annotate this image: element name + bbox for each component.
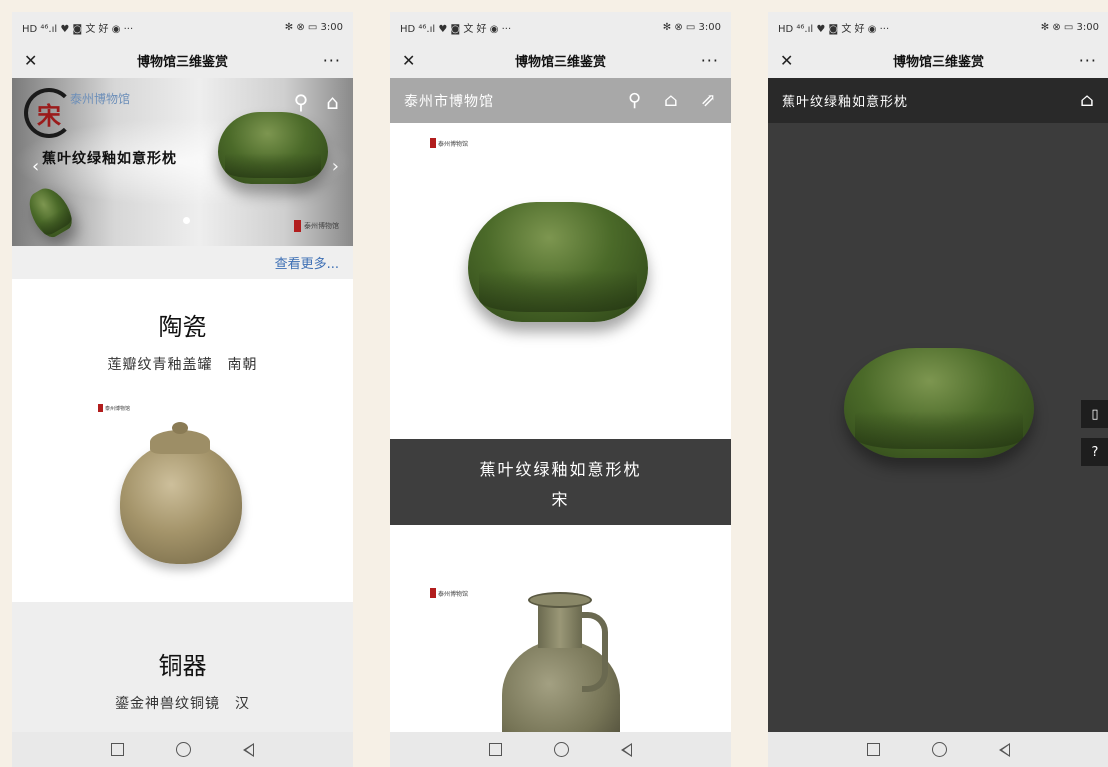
home-icon[interactable]: ⌂ — [1080, 90, 1095, 111]
home-button-icon[interactable] — [932, 742, 947, 757]
category-bronze-section: 铜器 鎏金神兽纹铜镜 汉 — [12, 602, 353, 732]
dynasty-seal: 宋 — [24, 88, 74, 138]
page-title: 博物馆三维鉴赏 — [514, 54, 606, 70]
jar-image[interactable] — [120, 442, 242, 564]
close-icon[interactable]: ✕ — [24, 51, 44, 70]
page-title: 博物馆三维鉴赏 — [136, 54, 228, 70]
category-title: 铜器 — [158, 652, 207, 680]
category-item: 鎏金神兽纹铜镜 汉 — [115, 696, 250, 712]
category-title: 陶瓷 — [158, 313, 207, 341]
museum-logo: 泰州博物馆 — [430, 138, 468, 148]
pillow-image[interactable] — [468, 202, 648, 322]
recent-apps-icon[interactable] — [111, 743, 124, 756]
title-bar: ✕ 博物馆三维鉴赏 ··· — [12, 42, 353, 78]
book-icon[interactable]: ▯ — [1081, 400, 1108, 428]
item-name: 蕉叶纹绿釉如意形枕 — [782, 95, 909, 110]
status-left: HD ⁴⁶.ıl ♥ ◙ 文 好 ◉ ··· — [22, 23, 134, 35]
ewer-handle — [582, 612, 608, 692]
system-nav-bar — [390, 732, 731, 767]
jar-lid-image — [150, 422, 210, 454]
title-bar: ✕ 博物馆三维鉴赏 ··· — [390, 42, 731, 78]
viewer-header: 蕉叶纹绿釉如意形枕 ⌂ — [768, 78, 1108, 123]
banner-prev-icon[interactable]: ‹ — [32, 156, 39, 177]
share-icon[interactable]: ⇗ — [701, 90, 717, 111]
home-button-icon[interactable] — [554, 742, 569, 757]
site-header: 泰州市博物馆 ⚲ ⌂ ⇗ — [390, 78, 731, 123]
carousel-indicator[interactable] — [183, 217, 190, 224]
home-button-icon[interactable] — [176, 742, 191, 757]
hero-banner[interactable]: 泰州博物馆 ⚲ ⌂ 宋 蕉叶纹绿釉如意形枕 ‹ › 泰州博物馆 — [12, 78, 353, 246]
back-icon[interactable] — [999, 742, 1010, 757]
category-bronze[interactable]: 铜器 鎏金神兽纹铜镜 汉 — [12, 646, 353, 713]
recent-apps-icon[interactable] — [489, 743, 502, 756]
status-left: HD ⁴⁶.ıl ♥ ◙ 文 好 ◉ ··· — [400, 23, 512, 35]
view-more-row: 查看更多... — [12, 246, 353, 279]
back-icon[interactable] — [243, 742, 254, 757]
recent-apps-icon[interactable] — [867, 743, 880, 756]
more-options-icon[interactable]: ··· — [699, 51, 719, 70]
more-options-icon[interactable]: ··· — [1077, 51, 1097, 70]
museum-logo: 泰州博物馆 — [294, 220, 339, 232]
more-options-icon[interactable]: ··· — [321, 51, 341, 70]
close-icon[interactable]: ✕ — [780, 51, 800, 70]
ewer-mouth — [528, 592, 592, 608]
status-right: ✻ ⊗ ▭ 3:00 — [662, 21, 721, 33]
home-icon[interactable]: ⌂ — [664, 90, 679, 111]
phone-screen-gallery: HD ⁴⁶.ıl ♥ ◙ 文 好 ◉ ··· ✻ ⊗ ▭ 3:00 ✕ 博物馆三… — [390, 12, 731, 767]
pillow-image — [218, 112, 328, 184]
close-icon[interactable]: ✕ — [402, 51, 422, 70]
ewer-neck — [538, 602, 582, 648]
site-title: 泰州市博物馆 — [404, 93, 494, 110]
status-bar: HD ⁴⁶.ıl ♥ ◙ 文 好 ◉ ··· ✻ ⊗ ▭ 3:00 — [12, 12, 353, 42]
home-icon[interactable]: ⌂ — [326, 90, 339, 114]
museum-logo: 泰州博物馆 — [430, 588, 468, 598]
status-bar: HD ⁴⁶.ıl ♥ ◙ 文 好 ◉ ··· ✻ ⊗ ▭ 3:00 — [390, 12, 731, 42]
system-nav-bar — [768, 732, 1108, 767]
status-bar: HD ⁴⁶.ıl ♥ ◙ 文 好 ◉ ··· ✻ ⊗ ▭ 3:00 — [768, 12, 1108, 42]
status-left: HD ⁴⁶.ıl ♥ ◙ 文 好 ◉ ··· — [778, 23, 890, 35]
banner-caption: 蕉叶纹绿釉如意形枕 — [42, 151, 177, 167]
banner-next-icon[interactable]: › — [332, 156, 339, 177]
status-right: ✻ ⊗ ▭ 3:00 — [1040, 21, 1099, 33]
item-name: 蕉叶纹绿釉如意形枕 — [479, 460, 642, 479]
museum-logo-small: 泰州博物馆 — [98, 404, 130, 412]
help-icon[interactable]: ? — [1081, 438, 1108, 466]
banner-site-name: 泰州博物馆 — [70, 92, 131, 106]
item-caption[interactable]: 蕉叶纹绿釉如意形枕 宋 — [390, 439, 731, 525]
search-icon[interactable]: ⚲ — [294, 90, 309, 114]
item-dynasty: 宋 — [551, 490, 570, 509]
3d-model-viewport[interactable] — [844, 348, 1034, 458]
system-nav-bar — [12, 732, 353, 767]
title-bar: ✕ 博物馆三维鉴赏 ··· — [768, 42, 1108, 78]
phone-screen-home: HD ⁴⁶.ıl ♥ ◙ 文 好 ◉ ··· ✻ ⊗ ▭ 3:00 ✕ 博物馆三… — [12, 12, 353, 767]
search-icon[interactable]: ⚲ — [628, 90, 642, 111]
phone-screen-3d-viewer: HD ⁴⁶.ıl ♥ ◙ 文 好 ◉ ··· ✻ ⊗ ▭ 3:00 ✕ 博物馆三… — [768, 12, 1108, 767]
view-more-link[interactable]: 查看更多... — [275, 253, 339, 272]
category-item: 莲瓣纹青釉盖罐 南朝 — [107, 357, 258, 373]
category-ceramics[interactable]: 陶瓷 莲瓣纹青釉盖罐 南朝 — [12, 307, 353, 374]
status-right: ✻ ⊗ ▭ 3:00 — [284, 21, 343, 33]
back-icon[interactable] — [621, 742, 632, 757]
page-title: 博物馆三维鉴赏 — [892, 54, 984, 70]
